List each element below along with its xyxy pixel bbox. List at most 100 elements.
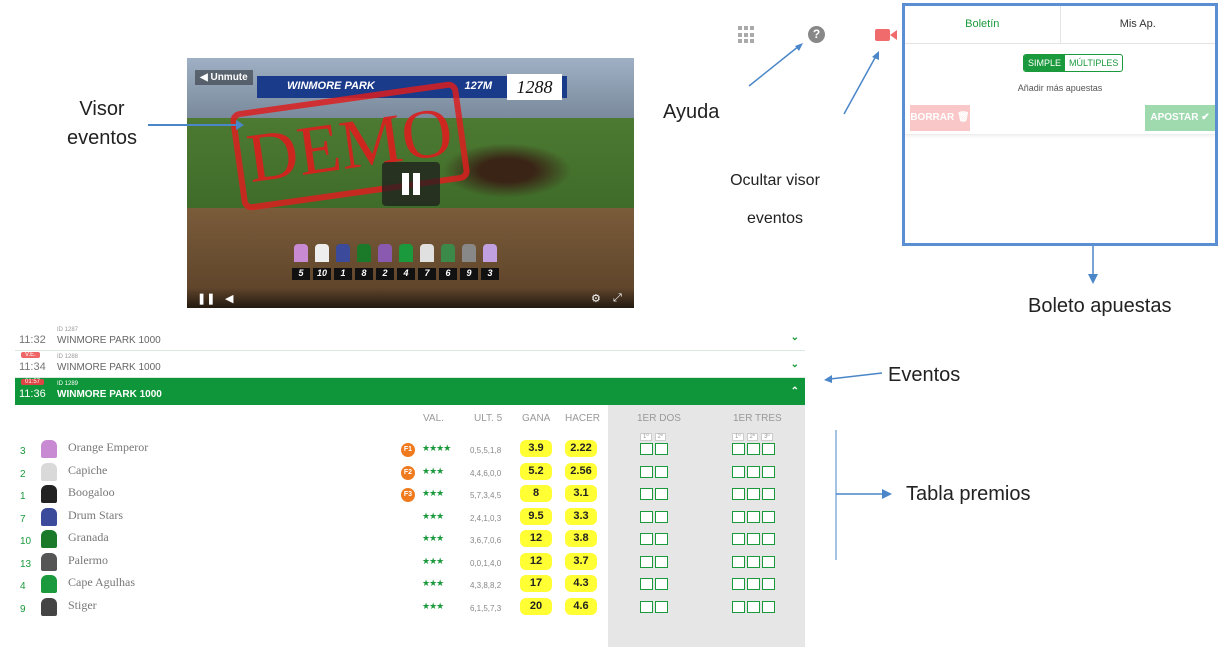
place-odds-button[interactable]: 3.8: [565, 530, 597, 547]
forecast-1st-checkbox[interactable]: [640, 578, 653, 590]
tricast-1st-checkbox[interactable]: [732, 488, 745, 500]
chevron-down-icon[interactable]: ⌄: [791, 332, 799, 343]
silk-icon: [41, 575, 57, 593]
forecast-2nd-checkbox[interactable]: [655, 600, 668, 613]
forecast-2nd-checkbox[interactable]: [655, 533, 668, 545]
video-camera-icon[interactable]: [875, 28, 897, 42]
tricast-1st-checkbox[interactable]: [732, 465, 745, 478]
clear-bets-button[interactable]: BORRAR 🗑: [910, 105, 970, 131]
tricast-1st-checkbox[interactable]: [732, 510, 745, 523]
jockey-marker: 5: [292, 244, 310, 280]
forecast-1st-checkbox[interactable]: [640, 443, 653, 455]
forecast-2nd-checkbox[interactable]: [655, 465, 668, 478]
silk-icon: [41, 440, 57, 458]
chevron-up-icon[interactable]: ⌃: [791, 386, 799, 397]
place-odds-button[interactable]: 4.6: [565, 597, 597, 615]
event-id: ID 1288: [57, 354, 79, 360]
help-icon[interactable]: ?: [808, 26, 825, 43]
forecast-1st-checkbox[interactable]: [640, 555, 653, 568]
tricast-3rd-checkbox[interactable]: [762, 555, 775, 568]
runner-number: 1: [20, 491, 26, 502]
pause-overlay-button[interactable]: [382, 162, 440, 206]
tricast-3rd-checkbox[interactable]: [762, 465, 775, 478]
place-odds-button[interactable]: 2.56: [565, 462, 597, 480]
forecast-2nd-checkbox[interactable]: [655, 488, 668, 500]
place-bet-button[interactable]: APOSTAR ✔: [1145, 105, 1215, 131]
forecast-1st-checkbox[interactable]: [640, 488, 653, 500]
jockey-silk: [357, 244, 371, 262]
tricast-1st-checkbox[interactable]: [732, 555, 745, 568]
forecast-2nd-checkbox[interactable]: [655, 443, 668, 455]
runner-number: 13: [20, 558, 32, 570]
jockey-silk: [294, 244, 308, 262]
win-odds-button[interactable]: 12: [520, 552, 552, 570]
forecast-1st-checkbox[interactable]: [640, 600, 653, 613]
tab-mis-apuestas[interactable]: Mis Ap.: [1061, 6, 1216, 43]
win-odds-button[interactable]: 3.9: [520, 440, 552, 457]
table-row: 1 Boogaloo F3 ★★★ 5,7,3,4,5 8 3.1: [15, 483, 805, 505]
tricast-2nd-checkbox[interactable]: [747, 578, 760, 590]
jockey-number: 2: [376, 268, 394, 280]
tricast-3rd-checkbox[interactable]: [762, 533, 775, 545]
tricast-2nd-checkbox[interactable]: [747, 533, 760, 545]
win-odds-button[interactable]: 5.2: [520, 462, 552, 480]
jockey-marker: 9: [460, 244, 478, 280]
tricast-3rd-checkbox[interactable]: [762, 488, 775, 500]
place-odds-button[interactable]: 3.3: [565, 507, 597, 525]
settings-icon[interactable]: ⚙: [591, 292, 601, 305]
arrow-boleto: [1088, 246, 1098, 284]
tricast-2nd-checkbox[interactable]: [747, 465, 760, 478]
tricast-2nd-checkbox[interactable]: [747, 555, 760, 568]
toggle-simple[interactable]: SIMPLE: [1024, 55, 1066, 71]
win-odds-button[interactable]: 20: [520, 597, 552, 615]
tricast-3rd-checkbox[interactable]: [762, 600, 775, 613]
header-1er-dos: 1ER DOS: [637, 413, 681, 424]
tricast-3rd-checkbox[interactable]: [762, 443, 775, 455]
tricast-1st-checkbox[interactable]: [732, 443, 745, 455]
tricast-2nd-checkbox[interactable]: [747, 510, 760, 523]
forecast-2nd-checkbox[interactable]: [655, 510, 668, 523]
silk-icon: [41, 462, 57, 481]
event-time: 11:36: [19, 388, 46, 400]
tricast-2nd-checkbox[interactable]: [747, 443, 760, 455]
place-odds-button[interactable]: 2.22: [565, 440, 597, 457]
forecast-1st-checkbox[interactable]: [640, 465, 653, 478]
tricast-checkboxes: [732, 600, 775, 613]
event-video-viewer[interactable]: WINMORE PARK 127M 1288 ◀ Unmute DEMO 5 10…: [187, 58, 634, 308]
forecast-2nd-checkbox[interactable]: [655, 555, 668, 568]
rating-stars: ★★★: [422, 488, 444, 498]
tricast-3rd-checkbox[interactable]: [762, 578, 775, 590]
tricast-1st-checkbox[interactable]: [732, 600, 745, 613]
place-odds-button[interactable]: 3.7: [565, 552, 597, 570]
win-odds-button[interactable]: 9.5: [520, 507, 552, 525]
toggle-multiples[interactable]: MÚLTIPLES: [1065, 55, 1122, 71]
pause-icon[interactable]: ❚❚: [197, 292, 215, 305]
place-odds-button[interactable]: 3.1: [565, 485, 597, 502]
place-odds-button[interactable]: 4.3: [565, 575, 597, 592]
tricast-3rd-checkbox[interactable]: [762, 510, 775, 523]
event-row-active[interactable]: 01:57 11:36 ID 1289 WINMORE PARK 1000 ⌃: [15, 378, 805, 405]
runner-name: Palermo: [68, 552, 108, 567]
event-row[interactable]: V.E. 11:34 ID 1288 WINMORE PARK 1000 ⌄: [15, 351, 805, 378]
win-odds-button[interactable]: 12: [520, 530, 552, 547]
last-five-form: 5,7,3,4,5: [470, 491, 502, 500]
forecast-2nd-checkbox[interactable]: [655, 578, 668, 590]
unmute-button[interactable]: ◀ Unmute: [195, 70, 253, 85]
tricast-2nd-checkbox[interactable]: [747, 600, 760, 613]
tab-boletin[interactable]: Boletín: [905, 6, 1061, 43]
arrow-eventos: [824, 372, 883, 383]
tricast-1st-checkbox[interactable]: [732, 533, 745, 545]
volume-icon[interactable]: ◀: [225, 292, 233, 305]
fullscreen-icon[interactable]: ⤢: [613, 292, 622, 305]
win-odds-button[interactable]: 8: [520, 485, 552, 502]
apps-grid-icon[interactable]: [738, 26, 756, 44]
tricast-2nd-checkbox[interactable]: [747, 488, 760, 500]
win-odds-button[interactable]: 17: [520, 575, 552, 592]
tricast-1st-checkbox[interactable]: [732, 578, 745, 590]
forecast-1st-checkbox[interactable]: [640, 533, 653, 545]
chevron-down-icon[interactable]: ⌄: [791, 359, 799, 370]
table-row: 3 Orange Emperor F1 ★★★★ 0,5,5,1,8 3.9 2.22: [15, 438, 805, 460]
forecast-1st-checkbox[interactable]: [640, 510, 653, 523]
event-row[interactable]: 11:32 ID 1287 WINMORE PARK 1000 ⌄: [15, 324, 805, 351]
header-1er-tres: 1ER TRES: [733, 413, 782, 424]
